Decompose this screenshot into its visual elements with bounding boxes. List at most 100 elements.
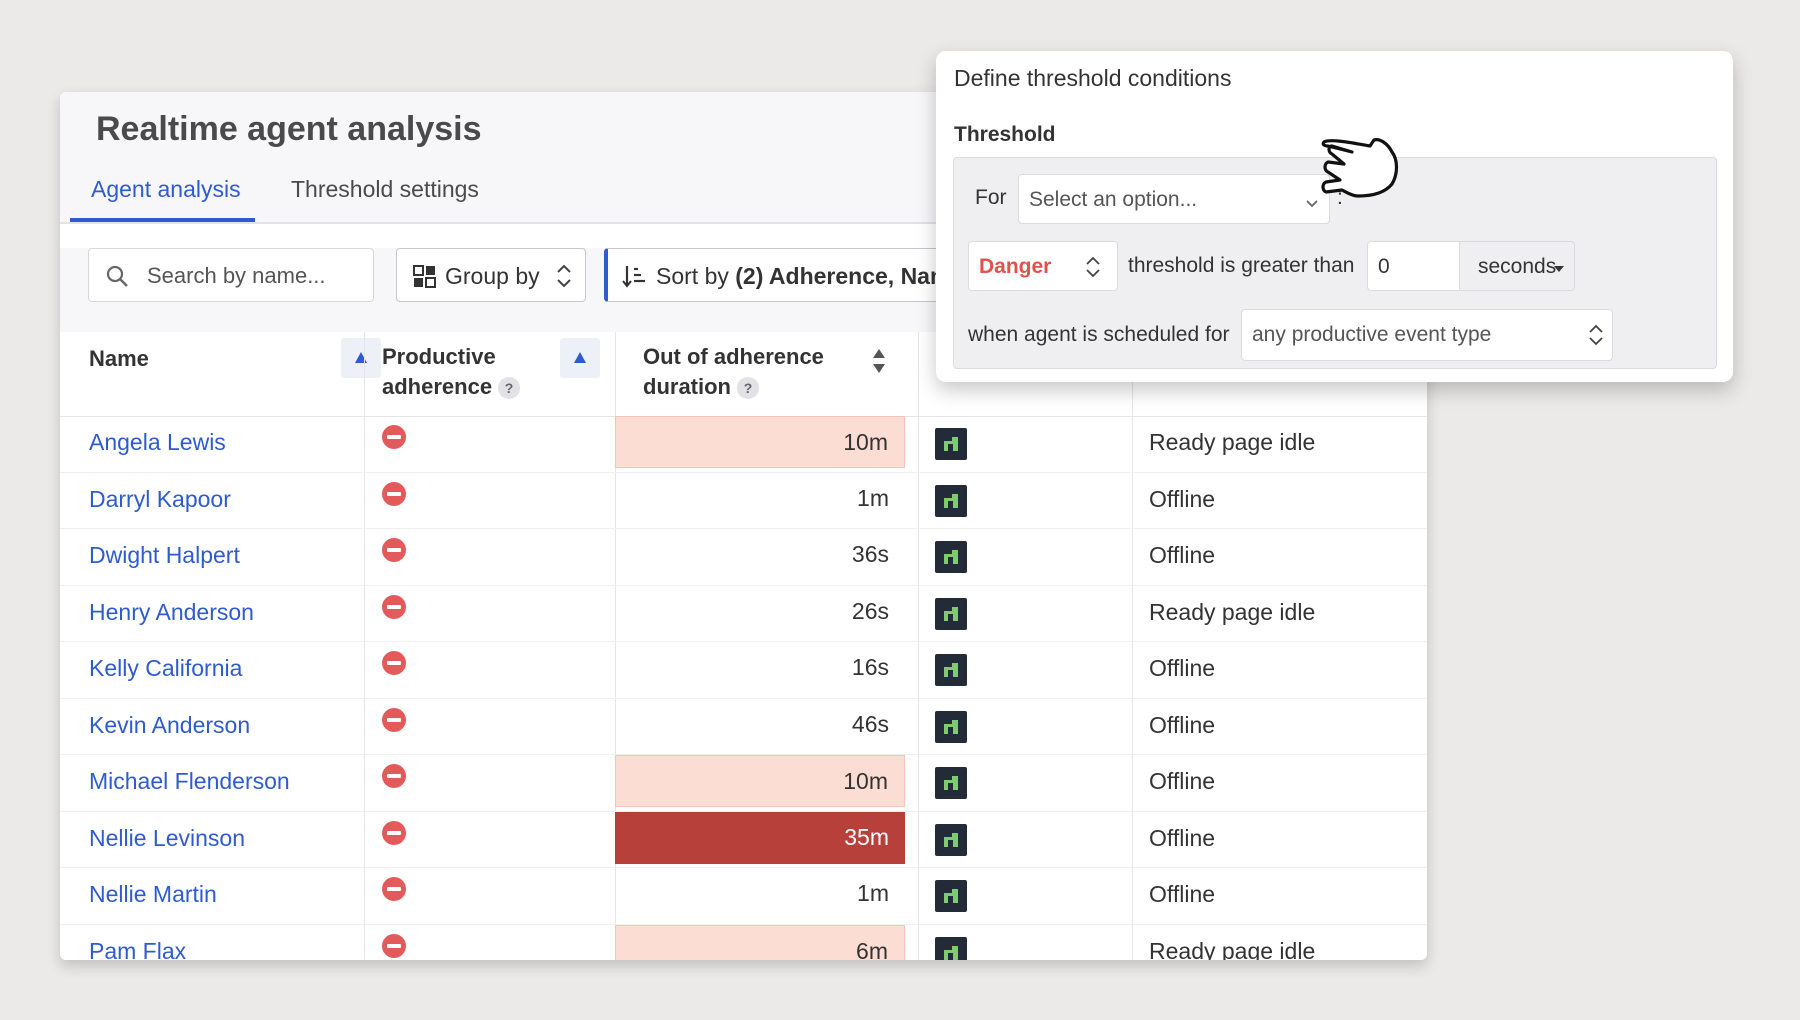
agent-avatar (935, 484, 967, 517)
out-of-adherence-duration: 36s (851, 541, 889, 567)
sort-by-prefix: Sort by (656, 263, 736, 289)
app-logo-icon (944, 550, 958, 564)
agent-avatar (935, 541, 967, 573)
agent-name-link[interactable]: Kelly California (89, 655, 242, 682)
table-row[interactable]: Darryl Kapoor 1m Offline (60, 473, 1427, 529)
ooa-line2: duration (643, 374, 731, 399)
app-logo-icon (944, 719, 958, 734)
page-title: Realtime agent analysis (96, 110, 482, 148)
threshold-conditions-popover: Define threshold conditions Threshold Fo… (936, 51, 1733, 382)
sort-ascending-button[interactable] (560, 338, 600, 378)
out-of-adherence-duration: 26s (851, 597, 889, 624)
unit-dropdown[interactable]: seconds (1459, 241, 1575, 291)
app-logo-icon (944, 493, 958, 508)
sort-by-value: (2) Adherence, Name (735, 263, 944, 289)
for-select[interactable]: Select an option... (1018, 174, 1330, 224)
severity-value: Danger (979, 255, 1052, 278)
table-row[interactable]: Nellie Levinson 35m Offline (60, 811, 1427, 868)
agent-name-link[interactable]: Michael Flenderson (89, 768, 290, 795)
popover-title: Define threshold conditions (954, 65, 1232, 91)
out-of-adherence-icon (382, 538, 406, 562)
tab-threshold-settings[interactable]: Threshold settings (291, 176, 479, 203)
table-row[interactable]: Henry Anderson 26s Ready page idle (60, 586, 1427, 642)
agent-name-link[interactable]: Nellie Levinson (89, 825, 245, 852)
search-placeholder: Search by name... (147, 263, 326, 288)
agent-avatar (935, 710, 967, 743)
updown-chevron-icon (1589, 324, 1603, 346)
out-of-adherence-icon (382, 425, 406, 449)
group-by-select[interactable]: Group by (396, 248, 586, 302)
agent-name-link[interactable]: Dwight Halpert (89, 542, 240, 569)
agent-avatar (935, 654, 967, 686)
threshold-value: 0 (1378, 255, 1390, 278)
out-of-adherence-icon (382, 707, 406, 732)
column-header-out-of-adherence[interactable]: Out of adherence duration? (643, 332, 893, 416)
search-icon (106, 265, 128, 287)
threshold-section-label: Threshold (954, 123, 1056, 146)
out-of-adherence-duration: 35m (615, 811, 905, 864)
chevron-down-icon (1306, 200, 1318, 208)
table-row[interactable]: Kevin Anderson 46s Offline (60, 699, 1427, 755)
agent-name-link[interactable]: Nellie Martin (89, 881, 217, 908)
search-input[interactable]: Search by name... (88, 248, 374, 302)
app-logo-icon (944, 437, 958, 451)
agent-avatar (935, 880, 967, 912)
out-of-adherence-icon (382, 594, 406, 619)
table-row[interactable]: Angela Lewis 10m Ready page idle (60, 416, 1427, 473)
for-label: For (975, 186, 1007, 209)
column-header-name[interactable]: Name (89, 332, 381, 416)
out-of-adherence-icon (382, 877, 406, 901)
out-of-adherence-duration: 1m (857, 880, 889, 906)
agent-state: Offline (1149, 711, 1216, 738)
agent-name-link[interactable]: Angela Lewis (89, 429, 226, 456)
app-logo-icon (944, 663, 958, 677)
schedule-value: any productive event type (1252, 323, 1492, 346)
agent-name-link[interactable]: Kevin Anderson (89, 712, 250, 739)
column-header-productive-adherence[interactable]: Productive adherence? (382, 332, 602, 416)
table-body: Angela Lewis 10m Ready page idle Darryl Kap… (60, 416, 1427, 960)
sort-unsorted-icon[interactable] (871, 348, 887, 374)
table-row[interactable]: Kelly California 16s Offline (60, 642, 1427, 699)
out-of-adherence-icon (382, 651, 406, 675)
sort-by-select[interactable]: Sort by (2) Adherence, Name (604, 248, 944, 302)
pointing-hand-cursor-icon (1321, 138, 1399, 198)
agent-name-link[interactable]: Henry Anderson (89, 599, 254, 626)
severity-select[interactable]: Danger (968, 241, 1118, 291)
agent-state: Offline (1149, 655, 1216, 681)
table-row[interactable]: Nellie Martin 1m Offline (60, 868, 1427, 925)
app-logo-icon (944, 832, 958, 847)
out-of-adherence-label: Out of adherence duration? (643, 342, 824, 402)
updown-chevron-icon (1086, 256, 1100, 278)
agent-state: Offline (1149, 768, 1216, 794)
out-of-adherence-duration: 10m (615, 416, 905, 468)
table-row[interactable]: Dwight Halpert 36s Offline (60, 529, 1427, 586)
schedule-select[interactable]: any productive event type (1241, 309, 1613, 361)
agent-avatar (935, 823, 967, 856)
agent-name-link[interactable]: Darryl Kapoor (89, 486, 231, 513)
out-of-adherence-icon (382, 764, 406, 788)
help-icon[interactable]: ? (498, 377, 521, 400)
group-by-label: Group by (445, 263, 540, 289)
sort-icon (622, 266, 645, 288)
sort-by-label: Sort by (2) Adherence, Name (656, 263, 944, 290)
group-icon (413, 265, 436, 288)
agent-name-link[interactable]: Pam Flax (89, 938, 186, 961)
out-of-adherence-icon (382, 820, 406, 845)
app-logo-icon (944, 889, 958, 903)
help-icon[interactable]: ? (737, 377, 759, 400)
agent-state: Offline (1149, 485, 1216, 512)
sort-up-icon (574, 352, 586, 363)
updown-chevron-icon (557, 264, 571, 288)
schedule-label: when agent is scheduled for (968, 323, 1230, 346)
ooa-line1: Out of adherence (643, 344, 824, 369)
tab-agent-analysis[interactable]: Agent analysis (91, 176, 241, 203)
table-row[interactable]: Michael Flenderson 10m Offline (60, 755, 1427, 812)
sort-up-icon (355, 352, 367, 363)
threshold-value-input[interactable]: 0 (1367, 241, 1459, 291)
sort-ascending-button[interactable] (341, 338, 381, 378)
comparison-text: threshold is greater than (1128, 254, 1355, 277)
table-row[interactable]: Pam Flax 6m Ready page idle (60, 924, 1427, 961)
agent-avatar (935, 767, 967, 799)
out-of-adherence-duration: 10m (615, 755, 905, 807)
agent-state: Ready page idle (1149, 429, 1316, 455)
